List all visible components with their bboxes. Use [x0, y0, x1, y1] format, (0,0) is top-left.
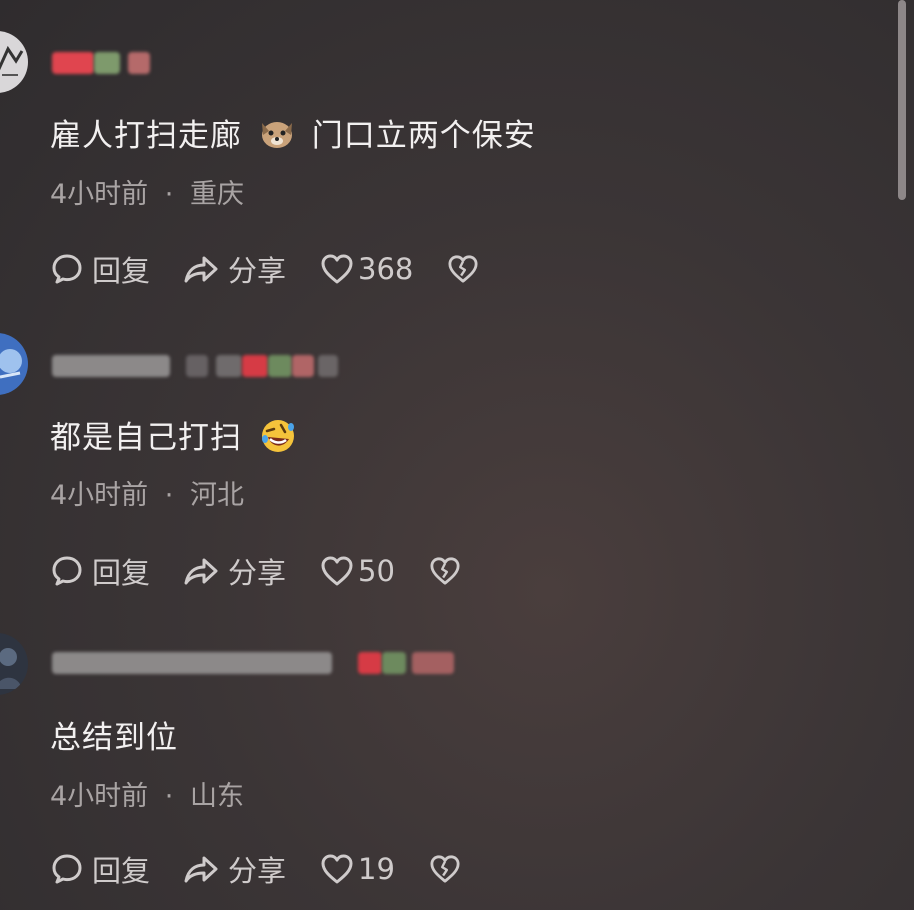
avatar[interactable]	[0, 31, 28, 93]
chat-bubble-icon	[52, 254, 82, 284]
reply-button[interactable]: 回复	[50, 248, 150, 290]
dislike-button[interactable]	[447, 254, 479, 284]
avatar[interactable]	[0, 633, 28, 695]
comment-item: 总结到位 4小时前 · 山东 回复 分享 19	[0, 600, 890, 910]
comment-text: 雇人打扫走廊 门口立两个保安	[50, 110, 536, 159]
share-button[interactable]: 分享	[182, 248, 286, 290]
like-button[interactable]: 50	[320, 554, 395, 588]
comment-text: 总结到位	[50, 720, 178, 756]
username-blurred[interactable]	[52, 50, 150, 76]
reply-button[interactable]: 回复	[50, 848, 150, 890]
avatar-image-icon	[0, 648, 22, 689]
heart-icon	[321, 556, 353, 586]
broken-heart-icon	[448, 255, 478, 283]
like-button[interactable]: 368	[320, 252, 413, 286]
comment-meta: 4小时前 · 山东	[50, 781, 244, 812]
like-count: 50	[358, 554, 395, 588]
reply-button[interactable]: 回复	[50, 550, 150, 592]
broken-heart-icon	[430, 557, 460, 585]
broken-heart-icon	[430, 855, 460, 883]
comment-item: 都是自己打扫 4小时前 · 河北 回复 分享 50	[0, 300, 890, 600]
dislike-button[interactable]	[429, 854, 461, 884]
comment-actions: 回复 分享 50	[50, 550, 461, 592]
dislike-button[interactable]	[429, 556, 461, 586]
chat-bubble-icon	[52, 854, 82, 884]
share-arrow-icon	[184, 256, 218, 283]
comment-actions: 回复 分享 19	[50, 848, 461, 890]
scrollbar[interactable]	[898, 0, 906, 200]
like-count: 19	[358, 852, 395, 886]
share-button[interactable]: 分享	[182, 848, 286, 890]
comment-actions: 回复 分享 368	[50, 248, 479, 290]
share-arrow-icon	[184, 856, 218, 883]
comment-meta: 4小时前 · 重庆	[50, 179, 244, 210]
comment-item: 雇人打扫走廊 门口立两个保安 4小时前 · 重庆 回复 分享 368	[0, 0, 890, 300]
comment-meta: 4小时前 · 河北	[50, 480, 244, 511]
like-button[interactable]: 19	[320, 852, 395, 886]
username-blurred[interactable]	[52, 353, 338, 379]
avatar[interactable]	[0, 333, 28, 395]
like-count: 368	[358, 252, 414, 286]
username-blurred[interactable]	[52, 650, 454, 676]
share-arrow-icon	[184, 558, 218, 585]
share-button[interactable]: 分享	[182, 550, 286, 592]
heart-icon	[321, 254, 353, 284]
comment-text: 都是自己打扫	[50, 412, 303, 463]
dog-face-emoji	[259, 117, 295, 159]
chat-bubble-icon	[52, 556, 82, 586]
avatar-image-icon	[0, 349, 22, 379]
avatar-image-icon	[0, 45, 24, 76]
rolling-laughing-emoji	[259, 417, 297, 463]
heart-icon	[321, 854, 353, 884]
